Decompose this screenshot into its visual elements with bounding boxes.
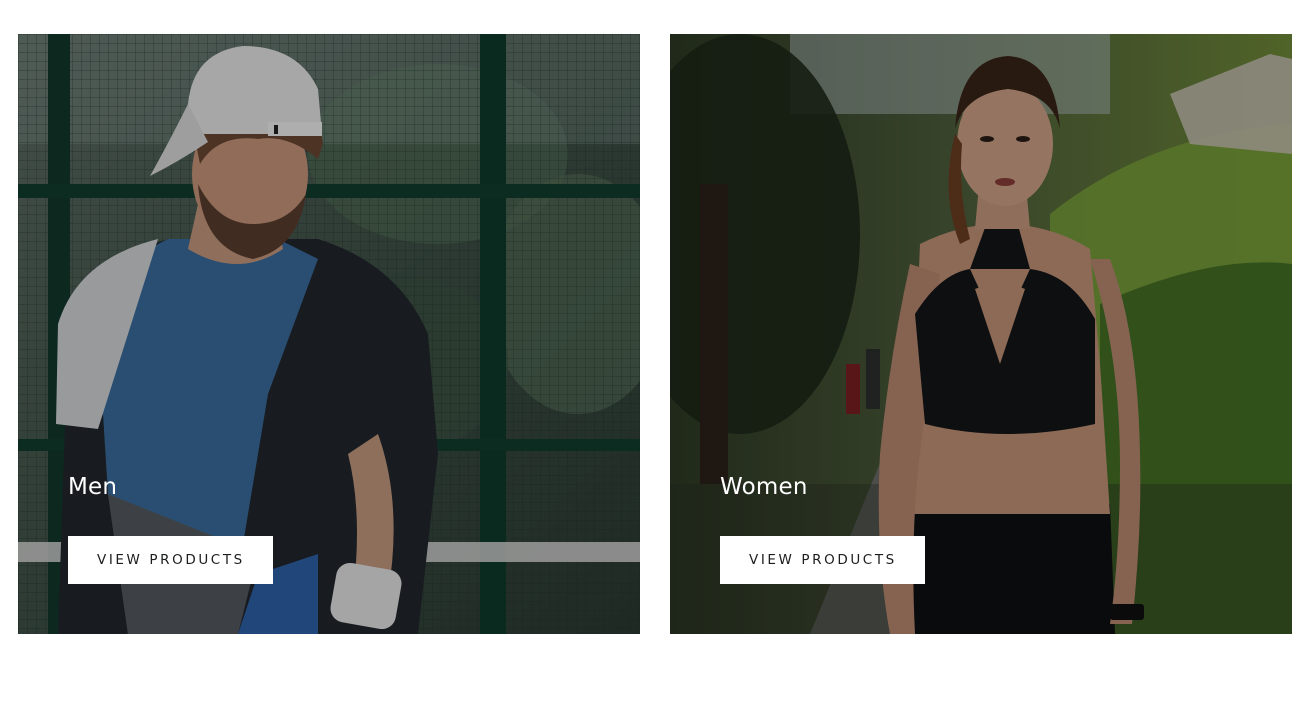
collection-title: Women — [720, 474, 808, 500]
collection-card-women[interactable]: Women VIEW PRODUCTS — [670, 34, 1292, 634]
collection-card-men[interactable]: Men VIEW PRODUCTS — [18, 34, 640, 634]
card-content: Men VIEW PRODUCTS — [68, 470, 273, 584]
page: Men VIEW PRODUCTS Women VIEW PRODUCTS — [0, 0, 1313, 701]
view-products-button-women[interactable]: VIEW PRODUCTS — [720, 536, 925, 584]
collection-title: Men — [68, 474, 118, 500]
card-content: Women VIEW PRODUCTS — [720, 470, 925, 584]
collection-grid: Men VIEW PRODUCTS Women VIEW PRODUCTS — [18, 34, 1292, 634]
view-products-button-men[interactable]: VIEW PRODUCTS — [68, 536, 273, 584]
